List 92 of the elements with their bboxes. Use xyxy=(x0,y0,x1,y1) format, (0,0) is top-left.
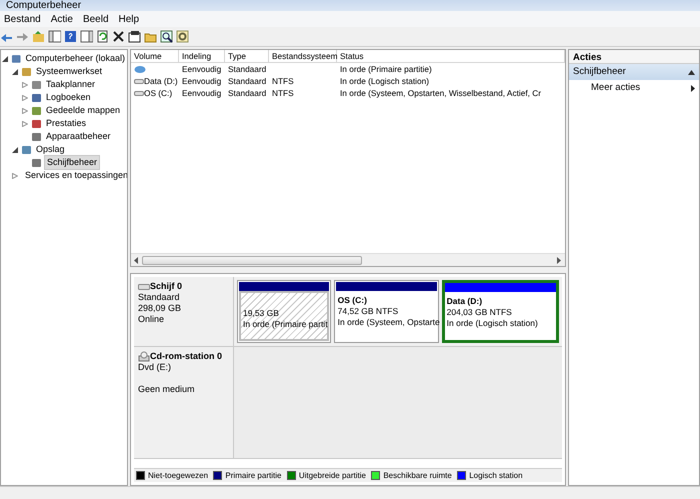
table-cell: Standaard xyxy=(228,76,266,86)
tree-node-icon xyxy=(31,92,42,103)
disk-name: Cd-rom-station 0 xyxy=(150,351,222,362)
table-cell: NTFS xyxy=(272,76,294,86)
collapse-arrow-icon[interactable] xyxy=(12,146,18,152)
column-header[interactable]: Status xyxy=(337,50,565,62)
help-icon[interactable] xyxy=(64,30,77,43)
tree-item[interactable]: Computerbeheer (lokaal) xyxy=(23,52,127,66)
disk-info: Online xyxy=(138,314,166,325)
panel-icon[interactable] xyxy=(80,30,93,43)
search-icon[interactable] xyxy=(160,30,173,43)
folder-up-icon[interactable] xyxy=(32,30,45,43)
table-cell: In orde (Primaire partitie) xyxy=(340,64,432,74)
disk-info: Dvd (E:) xyxy=(138,362,172,373)
submenu-caret-icon xyxy=(691,84,695,92)
table-cell: Standaard xyxy=(228,64,266,74)
tree-item[interactable]: Prestaties xyxy=(44,116,88,130)
tree-item[interactable]: Opslag xyxy=(34,142,67,156)
close-icon[interactable] xyxy=(112,30,125,43)
tree-item[interactable]: Schijfbeheer xyxy=(44,154,100,170)
expand-arrow-icon[interactable] xyxy=(22,120,28,126)
legend-label: Uitgebreide partitie xyxy=(298,470,366,482)
column-header[interactable]: Bestandssysteem xyxy=(269,50,337,62)
disk-info: 298,09 GB xyxy=(138,303,182,314)
tree-node-icon xyxy=(21,144,32,155)
tree-item[interactable]: Logboeken xyxy=(44,90,93,104)
tree-node-icon xyxy=(31,118,42,129)
column-header[interactable]: Type xyxy=(225,50,269,62)
expand-arrow-icon[interactable] xyxy=(22,94,28,100)
partition-title: OS (C:) xyxy=(338,295,368,306)
legend-label: Primaire partitie xyxy=(225,470,282,482)
table-cell: In orde (Logisch station) xyxy=(340,76,430,86)
scrollbar-thumb[interactable] xyxy=(142,256,362,264)
collapse-arrow-icon[interactable] xyxy=(12,68,18,74)
column-header[interactable]: Volume xyxy=(131,50,179,62)
legend-label: Logisch station xyxy=(469,470,523,482)
expand-arrow-icon[interactable] xyxy=(22,108,28,114)
tree-item[interactable]: Gedeelde mappen xyxy=(44,104,122,118)
cd-drive-icon xyxy=(138,351,150,362)
panel-icon[interactable] xyxy=(48,30,61,43)
partition-info: In orde (Logisch station) xyxy=(446,318,538,329)
partition-block[interactable]: OS (C:) 74,52 GB NTFS In orde (Systeem, Opstartе xyxy=(334,280,439,343)
tree-node-icon xyxy=(21,66,32,77)
volume-icon xyxy=(134,65,146,74)
expand-arrow-icon[interactable] xyxy=(12,172,18,178)
legend-label: Beschikbare ruimte xyxy=(383,470,452,482)
table-cell: Eenvoudig xyxy=(182,88,222,98)
tree-item[interactable]: Apparaatbeheer xyxy=(44,130,113,144)
disk-info: Standaard xyxy=(138,292,181,303)
partition-block[interactable]: Data (D:) 204,03 GB NTFS In orde (Logisch station) xyxy=(442,280,559,343)
tree-node-icon xyxy=(11,53,22,64)
scroll-right-icon[interactable] xyxy=(557,256,562,264)
partition-info: 74,52 GB NTFS xyxy=(338,306,398,317)
actions-section[interactable]: Schijfbeheer xyxy=(569,64,699,80)
menu-item[interactable]: Beeld xyxy=(78,12,113,26)
actions-header: Acties xyxy=(569,50,699,64)
table-cell: OS (C:) xyxy=(144,88,172,98)
tree-node-icon xyxy=(31,79,42,90)
menu-item[interactable]: Help xyxy=(114,12,144,26)
disk-name: Schijf 0 xyxy=(150,281,182,292)
tree-node-icon xyxy=(31,105,42,116)
table-cell: Eenvoudig xyxy=(182,76,222,86)
collapse-arrow-icon[interactable] xyxy=(2,56,8,62)
partition-info: In orde (Primaire partit xyxy=(243,319,328,330)
tree-node-icon xyxy=(31,131,42,142)
refresh-icon[interactable] xyxy=(96,30,109,43)
action-label: Meer acties xyxy=(591,80,640,95)
partition-info: 19,53 GB xyxy=(243,308,279,319)
table-cell: Data (D:) xyxy=(144,76,178,86)
window-title: Computerbeheer xyxy=(6,1,82,11)
settings-icon[interactable] xyxy=(176,30,189,43)
column-header[interactable]: Indeling xyxy=(179,50,225,62)
menu-item[interactable]: Actie xyxy=(46,12,77,26)
table-cell: NTFS xyxy=(272,88,294,98)
table-cell: In orde (Systeem, Opstarten, Wisselbestand, Actief, Cr xyxy=(340,88,542,98)
table-cell: Standaard xyxy=(228,88,266,98)
tree-item[interactable]: Systeemwerkset xyxy=(34,64,104,78)
legend-label: Niet-toegewezen xyxy=(148,470,208,482)
disk-info: Geen medium xyxy=(138,384,196,395)
partition-info: In orde (Systeem, Opstartе xyxy=(338,317,440,328)
partition-block[interactable]: 19,53 GB In orde (Primaire partit xyxy=(237,280,331,343)
scroll-left-icon[interactable] xyxy=(134,256,139,264)
partition-info: 204,03 GB NTFS xyxy=(446,307,512,318)
tree-node-icon xyxy=(31,157,42,168)
section-title: Schijfbeheer xyxy=(573,64,626,79)
menu-item[interactable]: Bestand xyxy=(0,12,45,26)
partition-title: Data (D:) xyxy=(446,296,484,307)
tree-item[interactable]: Taakplanner xyxy=(44,78,98,92)
table-cell: Eenvoudig xyxy=(182,64,222,74)
expand-arrow-icon[interactable] xyxy=(22,82,28,88)
collapse-caret-icon[interactable] xyxy=(688,70,695,74)
action-item[interactable]: Meer acties xyxy=(569,80,699,96)
